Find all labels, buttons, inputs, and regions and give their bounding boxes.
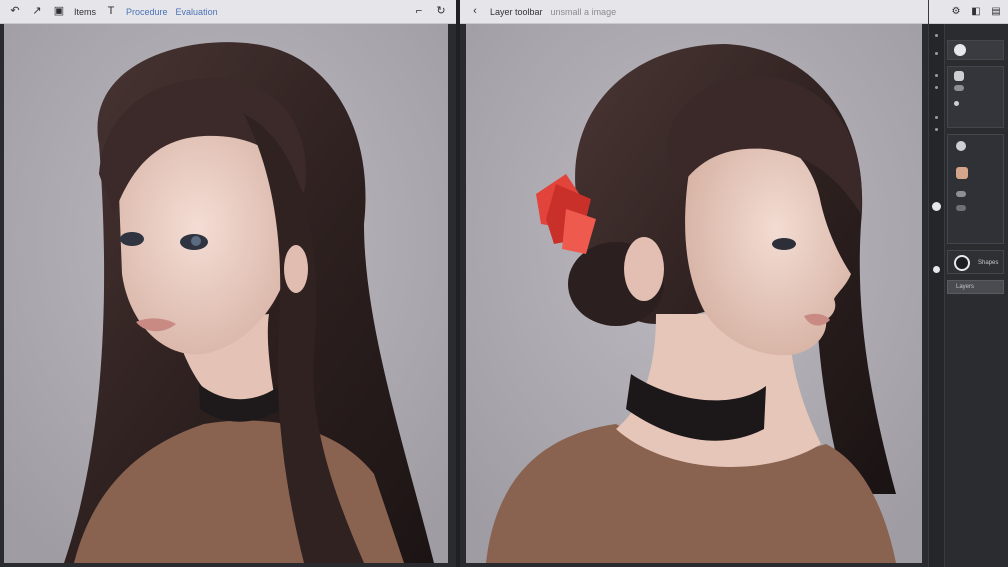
portrait-profile-image (466, 24, 922, 563)
layer-card-thumbs[interactable] (947, 66, 1004, 128)
side-panel-toolbar: ⚙ ◧ ▤ (929, 0, 1008, 24)
crop-icon[interactable]: ⌐ (412, 6, 426, 17)
right-iris (191, 236, 201, 246)
gray-swatch-dark[interactable] (956, 205, 966, 211)
tool-rail (929, 24, 945, 567)
left-canvas[interactable] (4, 24, 448, 563)
thumb-swatch (954, 85, 964, 91)
stack-icon[interactable]: ▤ (990, 6, 1002, 17)
shapes-row[interactable]: Shapes (947, 250, 1004, 274)
layer-card-top[interactable] (947, 40, 1004, 60)
light-swatch[interactable] (956, 141, 966, 151)
white-swatch (954, 44, 966, 56)
refresh-icon[interactable]: ↻ (434, 6, 448, 17)
skin-swatch[interactable] (956, 167, 968, 179)
menu-item-evaluation[interactable]: Evaluation (176, 7, 218, 17)
eye (772, 238, 796, 250)
menu-item-procedure[interactable]: Procedure (126, 7, 168, 17)
color-card[interactable] (947, 134, 1004, 244)
layers-column: Shapes Layers (947, 40, 1004, 296)
shape-circle-icon (954, 255, 970, 271)
ear (624, 237, 664, 301)
undo-arrow-icon[interactable]: ↶ (8, 6, 22, 17)
text-tool-icon[interactable]: T (104, 6, 118, 17)
properties-side-panel: ⚙ ◧ ▤ Shapes Layers (928, 0, 1008, 567)
layers-field-label: Layers (956, 284, 975, 290)
shapes-label: Shapes (978, 260, 999, 266)
menu-item-unsmall-image[interactable]: unsmall a image (551, 7, 617, 17)
menu-item-items[interactable]: Items (74, 7, 96, 17)
paint-bucket-icon[interactable]: ◧ (970, 6, 982, 17)
rail-dot[interactable] (935, 52, 938, 55)
thumb-swatch (954, 71, 964, 81)
rail-dot[interactable] (935, 116, 938, 119)
left-toolbar: ↶ ↗ ▣ Items T Procedure Evaluation ⌐ ↻ (0, 0, 456, 24)
right-toolbar: ‹ Layer toolbar unsmall a image (460, 0, 928, 24)
right-image-window: ‹ Layer toolbar unsmall a image (460, 0, 928, 567)
right-canvas[interactable] (466, 24, 922, 563)
rail-dot[interactable] (935, 86, 938, 89)
file-icon[interactable]: ▣ (52, 6, 66, 17)
rail-knob[interactable] (932, 202, 941, 211)
rail-dot[interactable] (935, 74, 938, 77)
portrait-front-image (4, 24, 448, 563)
chevron-left-icon[interactable]: ‹ (468, 6, 482, 17)
pen-tool-icon[interactable]: ↗ (30, 6, 44, 17)
left-eye (120, 232, 144, 246)
ear (284, 245, 308, 293)
thumb-dot (954, 101, 959, 106)
layers-field[interactable]: Layers (947, 280, 1004, 294)
left-image-window: ↶ ↗ ▣ Items T Procedure Evaluation ⌐ ↻ (0, 0, 456, 567)
rail-dot[interactable] (935, 128, 938, 131)
rail-dot[interactable] (935, 34, 938, 37)
rail-knob-small[interactable] (933, 266, 940, 273)
layers-field-wrap: Layers (947, 280, 1004, 296)
settings-icon[interactable]: ⚙ (950, 6, 962, 17)
gray-swatch[interactable] (956, 191, 966, 197)
menu-item-layer-toolbar[interactable]: Layer toolbar (490, 7, 543, 17)
